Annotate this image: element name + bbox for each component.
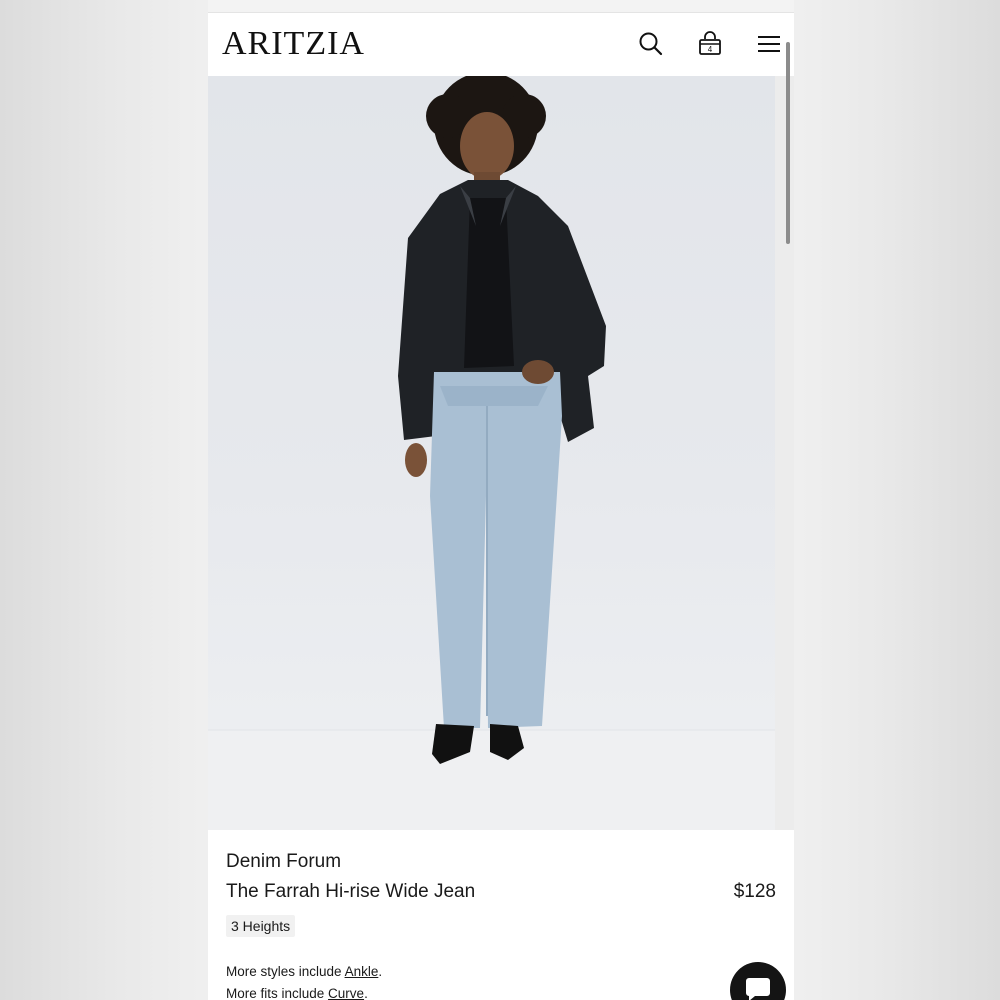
product-brand[interactable]: Denim Forum bbox=[226, 851, 341, 873]
page-scrollbar[interactable] bbox=[786, 42, 790, 244]
heights-badge: 3 Heights bbox=[226, 915, 296, 937]
product-image[interactable] bbox=[208, 76, 775, 830]
more-styles-suffix: . bbox=[378, 964, 383, 979]
more-fits-text: More fits include Curve. bbox=[226, 986, 368, 1000]
product-name[interactable]: The Farrah Hi-rise Wide Jean bbox=[226, 881, 475, 903]
image-gutter bbox=[775, 76, 794, 830]
ankle-link[interactable]: Ankle bbox=[345, 964, 379, 979]
search-icon[interactable] bbox=[637, 30, 665, 58]
curve-link[interactable]: Curve bbox=[328, 986, 364, 1000]
hamburger-menu-icon[interactable] bbox=[755, 30, 783, 58]
bag-count: 4 bbox=[708, 45, 713, 54]
shopping-bag-icon[interactable]: 4 bbox=[696, 30, 724, 58]
top-strip bbox=[208, 0, 794, 13]
aritzia-logo[interactable]: ARITZIA bbox=[222, 26, 365, 62]
site-header: ARITZIA 4 bbox=[208, 13, 794, 76]
more-fits-prefix: More fits include bbox=[226, 986, 329, 1000]
chat-bubble-icon bbox=[746, 978, 770, 1000]
product-price: $128 bbox=[733, 881, 776, 902]
more-styles-prefix: More styles include bbox=[226, 964, 345, 979]
product-info: Denim Forum The Farrah Hi-rise Wide Jean… bbox=[208, 830, 794, 1000]
chat-button[interactable] bbox=[730, 962, 786, 1000]
mobile-viewport: ARITZIA 4 Denim Forum The Farrah Hi-rise… bbox=[208, 0, 794, 1000]
more-styles-text: More styles include Ankle. bbox=[226, 964, 382, 979]
model-photo bbox=[208, 76, 775, 830]
more-fits-suffix: . bbox=[364, 986, 368, 1000]
